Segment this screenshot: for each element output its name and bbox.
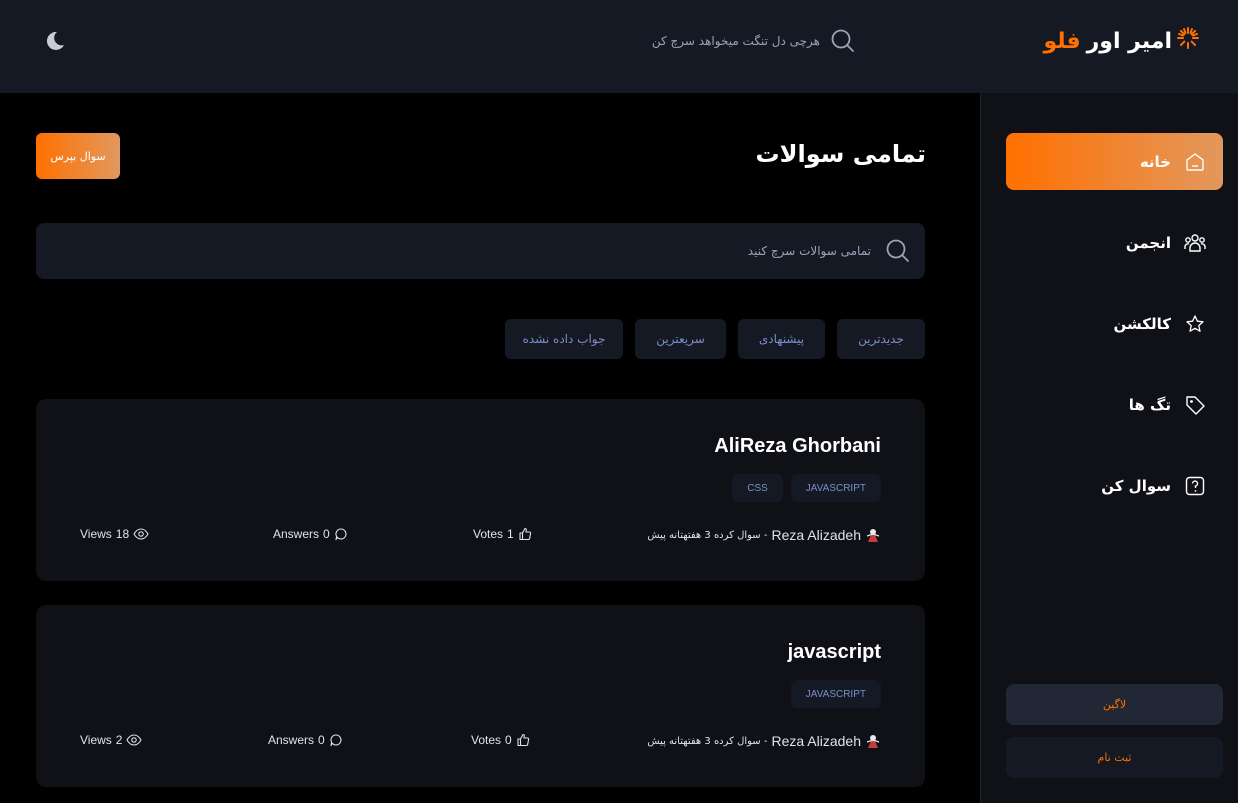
tag-icon [1183, 393, 1207, 417]
votes-count: 0 [505, 733, 512, 747]
sidebar-item-label: خانه [1139, 152, 1171, 171]
page-title: تمامی سوالات [755, 140, 926, 168]
sidebar-item-label: تگ ها [1128, 395, 1171, 414]
filter-tabs: جدیدترین پیشنهادی سریعترین جواب داده نشد… [505, 319, 925, 359]
filter-newest[interactable]: جدیدترین [837, 319, 925, 359]
answers-count: 0 [323, 527, 330, 541]
top-navbar: امیر اور فلو هرچی دل تنگت میخواهد سرچ کن [0, 0, 1238, 93]
question-author[interactable]: Reza Alizadeh - سوال کرده 3 هفتهتانه پیش [647, 733, 881, 749]
sidebar-item-home[interactable]: خانه [1006, 133, 1223, 190]
question-card: javascript JAVASCRIPT Reza Alizadeh - سو… [36, 605, 925, 787]
question-title[interactable]: AliReza Ghorbani [714, 435, 881, 458]
votes-count: 1 [507, 527, 514, 541]
sidebar-item-label: کالکشن [1113, 314, 1171, 333]
star-icon [1183, 312, 1207, 336]
logo-text-primary: امیر اور [1086, 28, 1172, 54]
question-title[interactable]: javascript [788, 641, 881, 664]
filter-frequent[interactable]: سریعترین [635, 319, 726, 359]
views-metric: Views 2 [80, 733, 143, 747]
answers-count: 0 [318, 733, 325, 747]
avatar [865, 527, 881, 543]
message-icon [329, 733, 343, 747]
question-meta: Reza Alizadeh - سوال کرده 3 هفتهتانه پیش… [36, 733, 925, 753]
logo-text-accent: فلو [1043, 28, 1081, 54]
views-count: 2 [115, 733, 123, 747]
global-search-bar[interactable]: هرچی دل تنگت میخواهد سرچ کن [272, 18, 870, 64]
tag-badge[interactable]: JAVASCRIPT [790, 680, 881, 708]
views-metric: Views 18 [80, 527, 149, 541]
question-tags: JAVASCRIPT [790, 680, 881, 708]
tag-badge[interactable]: CSS [732, 474, 783, 502]
eye-icon [126, 733, 143, 747]
sidebar-item-label: سوال کن [1101, 476, 1171, 495]
question-meta: Reza Alizadeh - سوال کرده 3 هفتهتانه پیش… [36, 527, 925, 547]
filter-unanswered[interactable]: جواب داده نشده [505, 319, 623, 359]
answers-metric: Answers 0 [268, 733, 343, 747]
login-button[interactable]: لاگین [1006, 684, 1223, 725]
global-search-input[interactable]: هرچی دل تنگت میخواهد سرچ کن [652, 34, 820, 48]
votes-label: Votes [473, 527, 504, 541]
logo-sun-icon [1176, 26, 1200, 56]
search-icon [830, 28, 856, 54]
asked-time: - سوال کرده 3 هفتهتانه پیش [647, 529, 768, 541]
sidebar-item-label: انجمن [1125, 233, 1171, 252]
answers-metric: Answers 0 [273, 527, 348, 541]
thumbs-up-icon [518, 527, 532, 541]
asked-time: - سوال کرده 3 هفتهتانه پیش [647, 735, 768, 747]
ask-question-button[interactable]: سوال بپرس [36, 133, 120, 179]
views-count: 18 [115, 527, 130, 541]
author-name: Reza Alizadeh [771, 733, 861, 749]
question-author[interactable]: Reza Alizadeh - سوال کرده 3 هفتهتانه پیش [647, 527, 881, 543]
theme-toggle-moon-icon[interactable] [41, 28, 67, 54]
author-name: Reza Alizadeh [771, 527, 861, 543]
answers-label: Answers [273, 527, 320, 541]
message-icon [334, 527, 348, 541]
home-icon [1183, 150, 1207, 174]
views-label: Views [80, 527, 112, 541]
question-card: AliReza Ghorbani JAVASCRIPT CSS Reza Ali… [36, 399, 925, 581]
votes-metric: Votes 1 [473, 527, 532, 541]
eye-icon [133, 527, 149, 541]
question-icon [1183, 474, 1207, 498]
votes-label: Votes [471, 733, 502, 747]
tag-badge[interactable]: JAVASCRIPT [790, 474, 881, 502]
votes-metric: Votes 0 [471, 733, 530, 747]
sidebar-item-ask[interactable]: سوال کن [1006, 457, 1223, 514]
sidebar-item-collection[interactable]: کالکشن [1006, 295, 1223, 352]
sidebar-item-community[interactable]: انجمن [1006, 214, 1223, 271]
search-icon [885, 238, 911, 264]
questions-search-input[interactable]: تمامی سوالات سرچ کنید [748, 244, 871, 258]
thumbs-up-icon [516, 733, 530, 747]
signup-button[interactable]: ثبت نام [1006, 737, 1223, 778]
filter-recommended[interactable]: پیشنهادی [738, 319, 825, 359]
views-label: Views [80, 733, 112, 747]
logo[interactable]: امیر اور فلو [1043, 24, 1200, 58]
community-icon [1183, 231, 1207, 255]
left-sidebar: خانه انجمن کالکشن تگ ها سوال کن لاگین ثب… [980, 93, 1238, 803]
questions-search-bar[interactable]: تمامی سوالات سرچ کنید [36, 223, 925, 279]
sidebar-item-tags[interactable]: تگ ها [1006, 376, 1223, 433]
avatar [865, 733, 881, 749]
answers-label: Answers [268, 733, 315, 747]
question-tags: JAVASCRIPT CSS [732, 474, 881, 502]
